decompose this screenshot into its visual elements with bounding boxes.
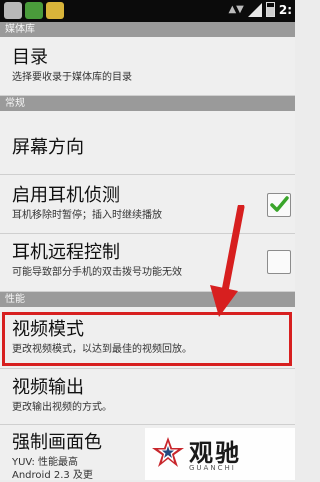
setting-subtitle: 更改输出视频的方式。 <box>12 402 112 413</box>
battery-icon <box>265 2 275 17</box>
watermark-subtitle: GUANCHI <box>189 464 236 472</box>
section-header-library: 媒体库 <box>0 22 295 37</box>
app-notification-icon <box>25 2 43 19</box>
watermark-name: 观驰 <box>189 439 241 467</box>
app-notification-icon <box>4 2 22 19</box>
watermark: 观驰 GUANCHI <box>145 428 295 480</box>
status-bar: ▲▼ 2: <box>0 0 295 22</box>
star-logo-icon <box>152 437 184 467</box>
headset-detection-checkbox[interactable] <box>267 193 291 217</box>
section-header-general: 常规 <box>0 96 295 111</box>
setting-video-output[interactable]: 视频输出 更改输出视频的方式。 <box>0 369 295 425</box>
highlight-box <box>2 312 292 366</box>
setting-title: 屏幕方向 <box>12 137 84 158</box>
setting-title: 启用耳机侦测 <box>12 185 120 206</box>
headset-remote-checkbox[interactable] <box>267 250 291 274</box>
signal-icon <box>247 2 262 17</box>
status-time: 2: <box>278 2 292 17</box>
setting-subtitle: 选择要收录于媒体库的目录 <box>12 72 132 83</box>
status-indicators: ▲▼ 2: <box>228 2 292 17</box>
app-notification-icon <box>46 2 64 19</box>
network-type-icon: ▲▼ <box>228 4 244 15</box>
setting-title: 视频输出 <box>12 377 84 398</box>
setting-screen-orientation[interactable]: 屏幕方向 <box>0 111 295 175</box>
checkmark-icon <box>270 196 289 212</box>
red-arrow-annotation <box>210 205 245 317</box>
setting-directory[interactable]: 目录 选择要收录于媒体库的目录 <box>0 37 295 96</box>
setting-title: 目录 <box>12 47 48 68</box>
notification-icons <box>4 2 64 19</box>
